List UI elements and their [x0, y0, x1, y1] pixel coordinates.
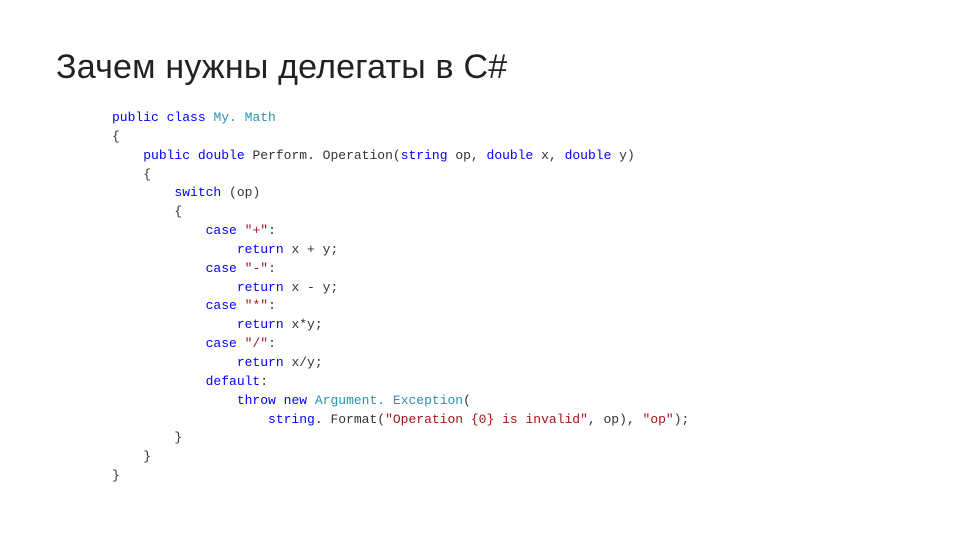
code-token: ( — [463, 393, 471, 408]
code-token: My. Math — [213, 110, 275, 125]
code-token: x + y; — [284, 242, 339, 257]
code-token: "Operation {0} is invalid" — [385, 412, 588, 427]
code-token: case — [206, 223, 237, 238]
code-token: : — [268, 336, 276, 351]
code-token: return — [237, 242, 284, 257]
code-token: return — [237, 280, 284, 295]
code-token: case — [206, 261, 237, 276]
code-token: (op) — [221, 185, 260, 200]
code-token: } — [143, 449, 151, 464]
code-token: { — [143, 167, 151, 182]
code-token: "/" — [237, 336, 268, 351]
code-token: x - y; — [284, 280, 339, 295]
slide-title: Зачем нужны делегаты в C# — [56, 48, 904, 87]
code-token: public — [143, 148, 190, 163]
code-token: double — [198, 148, 245, 163]
code-block: public class My. Math { public double Pe… — [112, 109, 904, 486]
code-token: public — [112, 110, 159, 125]
code-token: x/y; — [284, 355, 323, 370]
code-token: switch — [174, 185, 221, 200]
code-token: string — [401, 148, 448, 163]
code-token: return — [237, 355, 284, 370]
code-token: : — [268, 223, 276, 238]
code-token: op, — [448, 148, 487, 163]
code-token: : — [260, 374, 268, 389]
code-token: case — [206, 298, 237, 313]
code-token: throw — [237, 393, 276, 408]
code-token: return — [237, 317, 284, 332]
code-token: { — [174, 204, 182, 219]
code-token: Argument. Exception — [315, 393, 463, 408]
code-token: "*" — [237, 298, 268, 313]
code-token: Perform. Operation( — [252, 148, 400, 163]
code-token: "op" — [643, 412, 674, 427]
code-token: "+" — [237, 223, 268, 238]
code-token: x*y; — [284, 317, 323, 332]
code-token: new — [284, 393, 307, 408]
code-token: } — [174, 430, 182, 445]
code-token: double — [487, 148, 534, 163]
code-token: y) — [611, 148, 634, 163]
code-token: case — [206, 336, 237, 351]
code-token: x, — [533, 148, 564, 163]
code-token: string — [268, 412, 315, 427]
code-token: class — [167, 110, 206, 125]
code-token: . Format( — [315, 412, 385, 427]
code-token: { — [112, 129, 120, 144]
code-token: : — [268, 298, 276, 313]
code-token: } — [112, 468, 120, 483]
code-token: : — [268, 261, 276, 276]
code-token: ); — [674, 412, 690, 427]
code-token: , op), — [588, 412, 643, 427]
code-token: default — [206, 374, 261, 389]
code-token: "-" — [237, 261, 268, 276]
code-token: double — [565, 148, 612, 163]
